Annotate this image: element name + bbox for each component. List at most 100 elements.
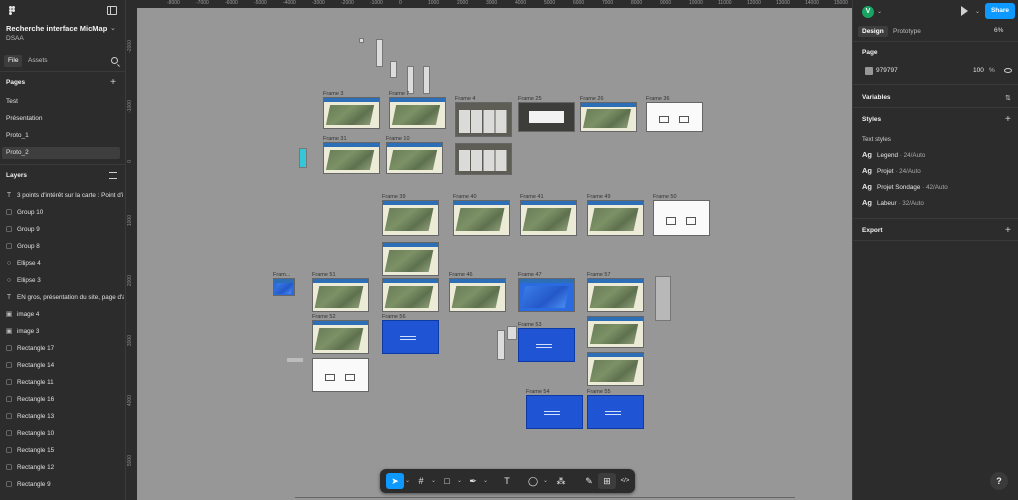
frame-thumbnail[interactable]	[455, 143, 512, 175]
frame-thumbnail[interactable]	[312, 358, 369, 392]
frame-thumbnail[interactable]	[382, 200, 439, 236]
layer-item[interactable]: ▣ image 3	[4, 326, 124, 338]
layer-item[interactable]: ▢ Rectangle 12	[4, 462, 124, 474]
canvas-element[interactable]	[376, 39, 383, 67]
project-team[interactable]: DSAA	[6, 35, 24, 42]
frame-thumbnail[interactable]	[518, 328, 575, 362]
text-style-item[interactable]: Ag Labeur · 32/Auto	[862, 197, 924, 209]
pen-tool-icon[interactable]: ✒	[464, 473, 482, 489]
chevron-down-icon[interactable]: ⌄	[543, 473, 548, 489]
tab-prototype[interactable]: Prototype	[889, 26, 925, 37]
frame-thumbnail[interactable]	[273, 278, 295, 296]
canvas-element[interactable]	[655, 276, 671, 321]
panel-toggle-icon[interactable]	[107, 6, 117, 15]
text-style-item[interactable]: Ag Legend · 24/Auto	[862, 149, 925, 161]
page-color-hex[interactable]: 979797	[876, 67, 898, 74]
layer-item[interactable]: ○ Ellipse 4	[4, 258, 124, 270]
chevron-down-icon[interactable]: ⌄	[877, 8, 882, 15]
tab-assets[interactable]: Assets	[24, 55, 52, 67]
canvas-element[interactable]	[407, 66, 414, 94]
tab-design[interactable]: Design	[858, 26, 888, 37]
layer-item[interactable]: ▢ Group 8	[4, 241, 124, 253]
layer-item[interactable]: ▢ Rectangle 14	[4, 360, 124, 372]
add-page-icon[interactable]: +	[110, 78, 116, 88]
present-icon[interactable]	[961, 6, 968, 16]
frame-thumbnail[interactable]	[580, 102, 637, 132]
layer-item[interactable]: ▣ image 4	[4, 309, 124, 321]
canvas-element[interactable]	[497, 330, 505, 360]
canvas-element[interactable]	[287, 358, 303, 362]
canvas-element[interactable]	[359, 38, 364, 43]
layer-item[interactable]: ▢ Rectangle 16	[4, 394, 124, 406]
add-style-icon[interactable]: +	[1005, 115, 1011, 125]
frame-thumbnail[interactable]	[518, 102, 575, 132]
layer-item[interactable]: ▢ Rectangle 10	[4, 428, 124, 440]
page-item[interactable]: Proto_1	[2, 130, 120, 142]
frame-thumbnail[interactable]	[587, 200, 644, 236]
frame-thumbnail[interactable]	[312, 320, 369, 354]
canvas-element[interactable]	[507, 326, 517, 340]
add-export-icon[interactable]: +	[1005, 226, 1011, 236]
frame-thumbnail[interactable]	[382, 278, 439, 312]
share-button[interactable]: Share	[985, 3, 1015, 19]
variables-icon[interactable]: ⇅	[1005, 94, 1011, 102]
variables-title[interactable]: Variables	[862, 94, 891, 101]
text-tool-icon[interactable]: T	[498, 473, 516, 489]
frame-thumbnail[interactable]	[389, 97, 446, 129]
frame-thumbnail[interactable]	[587, 278, 644, 312]
frame-thumbnail[interactable]	[646, 102, 703, 132]
draw-mode-icon[interactable]: ✎	[580, 473, 598, 489]
page-item[interactable]: Présentation	[2, 113, 120, 125]
layer-item[interactable]: ▢ Rectangle 15	[4, 445, 124, 457]
page-color-swatch[interactable]	[865, 67, 873, 75]
frame-thumbnail[interactable]	[323, 142, 380, 174]
frame-thumbnail[interactable]	[587, 395, 644, 429]
tab-file[interactable]: File	[4, 55, 23, 67]
layer-item[interactable]: ▢ Group 9	[4, 224, 124, 236]
comment-tool-icon[interactable]: ◯	[524, 473, 542, 489]
figma-menu-icon[interactable]	[6, 6, 18, 18]
frame-thumbnail[interactable]	[526, 395, 583, 429]
canvas-element[interactable]	[299, 148, 307, 168]
layer-item[interactable]: T EN gros, présentation du site, page d'a	[4, 292, 124, 304]
frame-thumbnail[interactable]	[520, 200, 577, 236]
page-opacity[interactable]: 100	[973, 67, 984, 74]
frame-thumbnail[interactable]	[453, 200, 510, 236]
chevron-down-icon[interactable]: ⌄	[110, 24, 116, 32]
page-item[interactable]: Proto_2	[2, 147, 120, 159]
frame-thumbnail[interactable]	[449, 278, 506, 312]
layer-item[interactable]: ▢ Rectangle 9	[4, 479, 124, 491]
chevron-down-icon[interactable]: ⌄	[975, 8, 980, 15]
frame-thumbnail[interactable]	[323, 97, 380, 129]
move-icon[interactable]: ➤	[386, 473, 404, 489]
avatar[interactable]: V	[862, 6, 874, 18]
text-style-item[interactable]: Ag Projet Sondage · 42/Auto	[862, 181, 948, 193]
layer-item[interactable]: ▢ Rectangle 17	[4, 343, 124, 355]
frame-thumbnail[interactable]	[587, 352, 644, 386]
frame-tool-icon[interactable]: #	[412, 473, 430, 489]
frame-thumbnail[interactable]	[587, 316, 644, 348]
frame-thumbnail[interactable]	[386, 142, 443, 174]
chevron-down-icon[interactable]: ⌄	[457, 473, 462, 489]
frame-thumbnail[interactable]	[518, 278, 575, 312]
frame-thumbnail[interactable]	[382, 242, 439, 276]
text-style-item[interactable]: Ag Projet · 24/Auto	[862, 165, 921, 177]
chevron-down-icon[interactable]: ⌄	[483, 473, 488, 489]
canvas-element[interactable]	[423, 66, 430, 94]
eye-icon[interactable]	[1004, 68, 1012, 73]
chevron-down-icon[interactable]: ⌄	[431, 473, 436, 489]
chevron-down-icon[interactable]: ⌄	[405, 473, 410, 489]
dev-mode-icon[interactable]: </>	[616, 473, 634, 489]
help-button[interactable]: ?	[990, 472, 1008, 490]
search-icon[interactable]	[111, 57, 118, 64]
frame-thumbnail[interactable]	[382, 320, 439, 354]
page-item[interactable]: Test	[2, 96, 120, 108]
zoom-level[interactable]: 6%	[994, 27, 1003, 34]
layer-item[interactable]: ▢ Group 10	[4, 207, 124, 219]
design-mode-icon[interactable]: ⊞	[598, 473, 616, 489]
design-canvas[interactable]: Frame 3 Frame 7 Frame 4 Frame 25 Frame 26 Fra…	[137, 8, 852, 500]
rectangle-tool-icon[interactable]: □	[438, 473, 456, 489]
layers-list-icon[interactable]	[109, 172, 117, 179]
frame-thumbnail[interactable]	[653, 200, 710, 236]
layer-item[interactable]: T 3 points d'intérêt sur la carte : Point…	[4, 190, 124, 202]
